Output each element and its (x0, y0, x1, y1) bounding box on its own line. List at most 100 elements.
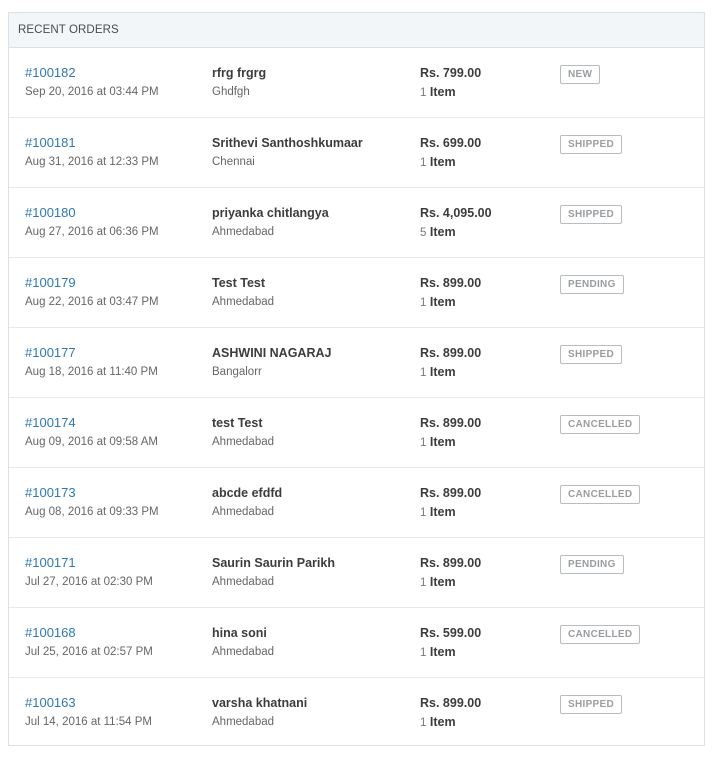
status-badge: CANCELLED (560, 485, 641, 504)
order-id-link[interactable]: #100181 (25, 135, 159, 151)
item-count: 1 Item (420, 435, 481, 450)
order-date: Aug 18, 2016 at 11:40 PM (25, 366, 158, 378)
status-badge: SHIPPED (560, 205, 623, 224)
order-row: #100168 Jul 25, 2016 at 02:57 PM hina so… (9, 608, 704, 678)
customer-name: abcde efdfd (212, 486, 283, 500)
item-qty: 1 (420, 437, 427, 449)
item-count: 1 Item (420, 155, 481, 170)
order-row: #100177 Aug 18, 2016 at 11:40 PM ASHWINI… (9, 328, 704, 398)
item-label: Item (429, 85, 456, 99)
order-date: Sep 20, 2016 at 03:44 PM (25, 86, 159, 98)
item-label: Item (429, 715, 456, 729)
customer-name: hina soni (212, 626, 267, 640)
order-date: Aug 31, 2016 at 12:33 PM (25, 156, 159, 168)
item-qty: 1 (420, 507, 427, 519)
order-row: #100179 Aug 22, 2016 at 03:47 PM Test Te… (9, 258, 704, 328)
item-qty: 1 (420, 87, 427, 99)
item-label: Item (429, 575, 456, 589)
customer-city: Ahmedabad (212, 576, 275, 588)
item-count: 5 Item (420, 225, 492, 240)
item-label: Item (429, 505, 456, 519)
status-badge: SHIPPED (560, 345, 623, 364)
order-id-link[interactable]: #100163 (25, 695, 152, 711)
item-count: 1 Item (420, 715, 481, 730)
order-amount: Rs. 699.00 (420, 136, 482, 150)
order-date: Jul 27, 2016 at 02:30 PM (25, 576, 153, 588)
customer-city: Ahmedabad (212, 716, 275, 728)
order-row: #100163 Jul 14, 2016 at 11:54 PM varsha … (9, 678, 704, 748)
panel-title: RECENT ORDERS (18, 24, 119, 36)
status-badge: SHIPPED (560, 135, 623, 154)
recent-orders-panel: RECENT ORDERS #100182 Sep 20, 2016 at 03… (8, 12, 705, 746)
status-badge: NEW (560, 65, 601, 84)
order-amount: Rs. 899.00 (420, 416, 482, 430)
customer-city: Chennai (212, 156, 255, 168)
item-label: Item (429, 365, 456, 379)
item-count: 1 Item (420, 365, 481, 380)
order-amount: Rs. 4,095.00 (420, 206, 492, 220)
order-id-link[interactable]: #100168 (25, 625, 153, 641)
item-label: Item (429, 295, 456, 309)
item-label: Item (429, 645, 456, 659)
order-id-link[interactable]: #100177 (25, 345, 158, 361)
customer-name: Srithevi Santhoshkumaar (212, 136, 363, 150)
order-amount: Rs. 899.00 (420, 276, 482, 290)
customer-name: rfrg frgrg (212, 66, 267, 80)
order-date: Jul 25, 2016 at 02:57 PM (25, 646, 153, 658)
customer-name: test Test (212, 416, 263, 430)
item-qty: 1 (420, 717, 427, 729)
order-id-link[interactable]: #100174 (25, 415, 158, 431)
order-date: Aug 09, 2016 at 09:58 AM (25, 436, 158, 448)
status-badge: CANCELLED (560, 625, 641, 644)
order-amount: Rs. 799.00 (420, 66, 482, 80)
customer-city: Ahmedabad (212, 296, 275, 308)
customer-city: Ahmedabad (212, 436, 275, 448)
customer-city: Bangalorr (212, 366, 262, 378)
customer-city: Ahmedabad (212, 506, 275, 518)
item-count: 1 Item (420, 505, 481, 520)
item-count: 1 Item (420, 295, 481, 310)
order-amount: Rs. 899.00 (420, 556, 482, 570)
order-date: Aug 22, 2016 at 03:47 PM (25, 296, 159, 308)
order-id-link[interactable]: #100179 (25, 275, 159, 291)
item-label: Item (429, 155, 456, 169)
status-badge: PENDING (560, 555, 624, 574)
order-amount: Rs. 599.00 (420, 626, 482, 640)
order-id-link[interactable]: #100182 (25, 65, 159, 81)
customer-city: Ahmedabad (212, 226, 275, 238)
orders-list: #100182 Sep 20, 2016 at 03:44 PM rfrg fr… (9, 48, 704, 748)
order-amount: Rs. 899.00 (420, 346, 482, 360)
order-id-link[interactable]: #100173 (25, 485, 159, 501)
order-id-link[interactable]: #100171 (25, 555, 153, 571)
customer-name: varsha khatnani (212, 696, 308, 710)
order-date: Aug 08, 2016 at 09:33 PM (25, 506, 159, 518)
customer-name: ASHWINI NAGARAJ (212, 346, 332, 360)
customer-city: Ahmedabad (212, 646, 275, 658)
status-badge: CANCELLED (560, 415, 641, 434)
item-qty: 1 (420, 297, 427, 309)
item-count: 1 Item (420, 85, 481, 100)
order-row: #100174 Aug 09, 2016 at 09:58 AM test Te… (9, 398, 704, 468)
item-qty: 1 (420, 577, 427, 589)
order-date: Aug 27, 2016 at 06:36 PM (25, 226, 159, 238)
order-row: #100171 Jul 27, 2016 at 02:30 PM Saurin … (9, 538, 704, 608)
order-id-link[interactable]: #100180 (25, 205, 159, 221)
item-count: 1 Item (420, 645, 481, 660)
customer-name: priyanka chitlangya (212, 206, 329, 220)
item-qty: 1 (420, 367, 427, 379)
order-date: Jul 14, 2016 at 11:54 PM (25, 716, 153, 728)
order-row: #100180 Aug 27, 2016 at 06:36 PM priyank… (9, 188, 704, 258)
order-row: #100182 Sep 20, 2016 at 03:44 PM rfrg fr… (9, 48, 704, 118)
order-amount: Rs. 899.00 (420, 486, 482, 500)
item-qty: 1 (420, 647, 427, 659)
order-amount: Rs. 899.00 (420, 696, 482, 710)
customer-city: Ghdfgh (212, 86, 250, 98)
item-label: Item (429, 225, 456, 239)
customer-name: Saurin Saurin Parikh (212, 556, 335, 570)
item-qty: 1 (420, 157, 427, 169)
customer-name: Test Test (212, 276, 266, 290)
status-badge: SHIPPED (560, 695, 623, 714)
item-label: Item (429, 435, 456, 449)
panel-header: RECENT ORDERS (9, 13, 704, 48)
order-row: #100181 Aug 31, 2016 at 12:33 PM Srithev… (9, 118, 704, 188)
